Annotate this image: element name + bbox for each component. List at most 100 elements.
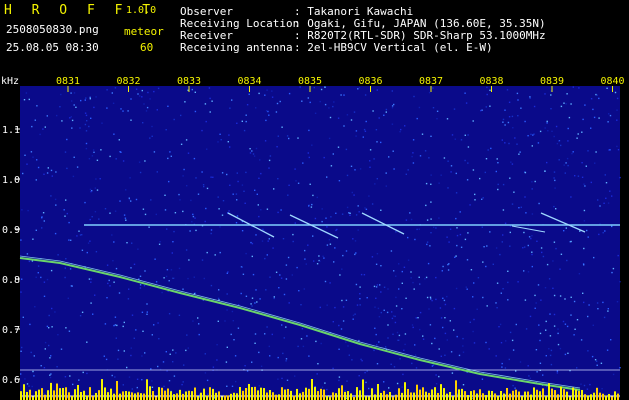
noise-speck: [564, 298, 566, 300]
noise-speck: [395, 296, 397, 299]
noise-speck: [583, 183, 585, 185]
level-bar: [530, 394, 532, 400]
noise-speck: [329, 282, 331, 284]
noise-speck: [281, 324, 283, 326]
noise-speck: [342, 320, 345, 322]
level-bar: [74, 389, 76, 400]
noise-speck: [605, 182, 608, 184]
noise-speck: [249, 148, 251, 150]
noise-speck: [567, 164, 569, 167]
noise-speck: [168, 313, 171, 315]
noise-speck: [428, 308, 430, 310]
receiver-value: : R820T2(RTL-SDR) SDR-Sharp 53.1000MHz: [294, 29, 546, 42]
noise-speck: [570, 103, 572, 105]
noise-speck: [598, 233, 600, 236]
noise-speck: [277, 178, 279, 180]
noise-speck: [249, 152, 252, 154]
level-bar: [158, 387, 160, 400]
noise-speck: [551, 130, 553, 132]
noise-speck: [337, 146, 340, 148]
noise-speck: [395, 305, 398, 307]
noise-speck: [495, 355, 497, 357]
noise-speck: [180, 143, 183, 145]
noise-speck: [326, 176, 328, 178]
noise-speck: [122, 160, 125, 162]
noise-speck: [614, 91, 617, 94]
noise-speck: [605, 197, 607, 199]
noise-speck: [212, 366, 215, 368]
noise-speck: [383, 286, 386, 288]
noise-speck: [517, 281, 519, 283]
level-bar: [197, 396, 199, 400]
noise-speck: [507, 270, 509, 272]
noise-speck: [81, 311, 84, 313]
noise-speck: [233, 339, 235, 341]
noise-speck: [165, 351, 167, 353]
noise-speck: [570, 196, 572, 198]
noise-speck: [546, 122, 548, 124]
noise-speck: [456, 227, 458, 229]
level-bar: [617, 393, 619, 400]
level-bar: [122, 391, 124, 400]
noise-speck: [363, 274, 366, 276]
level-bar: [323, 389, 325, 400]
level-bar: [257, 390, 259, 400]
noise-speck: [550, 94, 552, 96]
noise-speck: [294, 222, 296, 224]
level-bar: [515, 389, 517, 400]
noise-speck: [257, 204, 259, 206]
noise-speck: [527, 365, 529, 367]
noise-speck: [221, 172, 224, 174]
noise-speck: [524, 120, 526, 123]
noise-speck: [351, 359, 353, 361]
noise-speck: [431, 342, 433, 345]
noise-speck: [504, 124, 506, 126]
noise-speck: [113, 241, 115, 243]
noise-speck: [236, 122, 238, 124]
noise-speck: [226, 309, 228, 311]
noise-speck: [404, 343, 406, 346]
noise-speck: [234, 355, 237, 357]
noise-speck: [509, 331, 512, 334]
noise-speck: [431, 299, 433, 302]
noise-speck: [374, 306, 376, 308]
level-bar: [320, 388, 322, 400]
noise-speck: [500, 342, 503, 344]
noise-speck: [419, 328, 421, 331]
noise-speck: [277, 211, 279, 214]
level-bar: [32, 396, 34, 400]
level-bar: [362, 379, 364, 400]
level-bar: [239, 387, 241, 400]
noise-speck: [586, 229, 588, 232]
noise-speck: [242, 273, 245, 275]
level-bar: [131, 392, 133, 400]
level-bar: [125, 391, 127, 400]
noise-speck: [131, 314, 134, 316]
noise-speck: [130, 200, 132, 202]
noise-speck: [126, 242, 128, 244]
noise-speck: [43, 173, 45, 175]
noise-speck: [538, 324, 540, 326]
noise-speck: [268, 167, 270, 169]
noise-speck: [512, 349, 515, 351]
noise-speck: [42, 128, 44, 130]
noise-speck: [531, 235, 533, 237]
noise-speck: [430, 298, 432, 300]
noise-speck: [520, 107, 522, 109]
noise-speck: [185, 349, 187, 352]
level-bar: [350, 393, 352, 400]
noise-speck: [211, 100, 213, 102]
noise-speck: [219, 251, 221, 254]
noise-speck: [266, 326, 268, 328]
noise-speck: [559, 295, 562, 297]
noise-speck: [519, 361, 522, 363]
noise-speck: [141, 96, 143, 98]
noise-speck: [455, 255, 457, 257]
level-bar: [416, 384, 418, 400]
noise-speck: [268, 238, 270, 240]
noise-speck: [529, 97, 531, 99]
noise-speck: [380, 291, 382, 293]
level-bar: [98, 390, 100, 400]
noise-speck: [71, 100, 73, 102]
noise-speck: [393, 103, 395, 106]
